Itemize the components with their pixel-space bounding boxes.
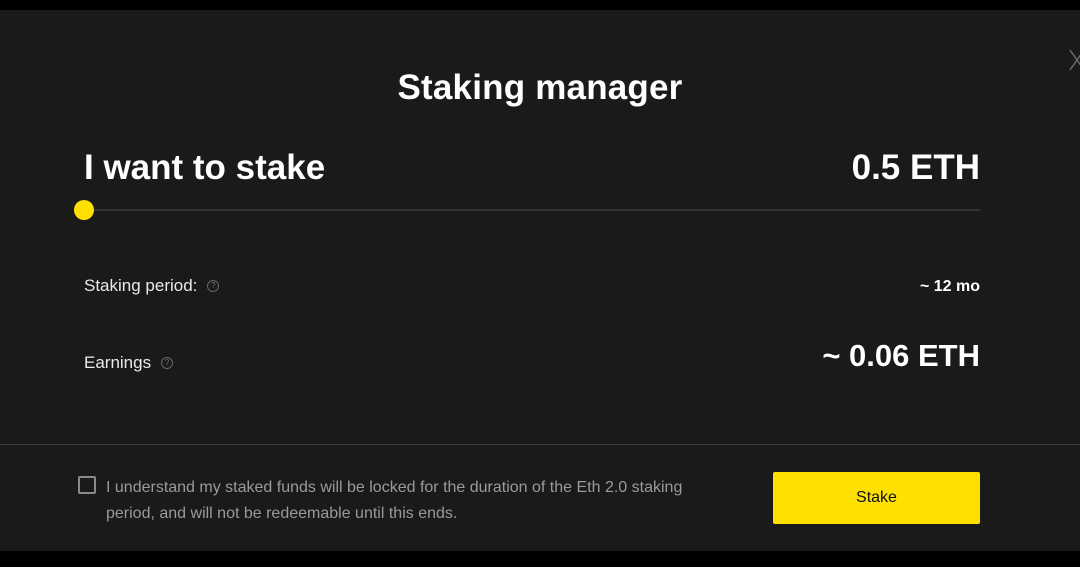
modal-title: Staking manager	[397, 68, 683, 107]
staking-period-label-group: Staking period: ?	[84, 276, 220, 296]
footer-divider	[0, 444, 1080, 445]
staking-period-label: Staking period:	[84, 276, 198, 295]
slider-track	[84, 209, 980, 211]
earnings-label-group: Earnings ?	[84, 353, 174, 373]
stake-amount-slider[interactable]	[74, 200, 980, 220]
stake-amount-row: I want to stake 0.5 ETH	[84, 148, 980, 192]
consent-checkbox[interactable]	[78, 476, 96, 494]
slider-thumb[interactable]	[74, 200, 94, 220]
stake-amount: 0.5 ETH	[851, 148, 980, 187]
consent-text: I understand my staked funds will be loc…	[106, 479, 683, 522]
staking-period-value: ~ 12 mo	[919, 278, 980, 295]
earnings-value: ~ 0.06 ETH	[822, 338, 980, 373]
help-icon[interactable]: ?	[161, 357, 174, 369]
staking-modal: Staking manager I want to stake 0.5 ETH …	[0, 10, 1080, 551]
earnings-label: Earnings	[84, 353, 152, 372]
stake-label: I want to stake	[84, 148, 326, 187]
stake-button[interactable]: Stake	[773, 472, 980, 524]
help-icon[interactable]: ?	[207, 280, 220, 292]
